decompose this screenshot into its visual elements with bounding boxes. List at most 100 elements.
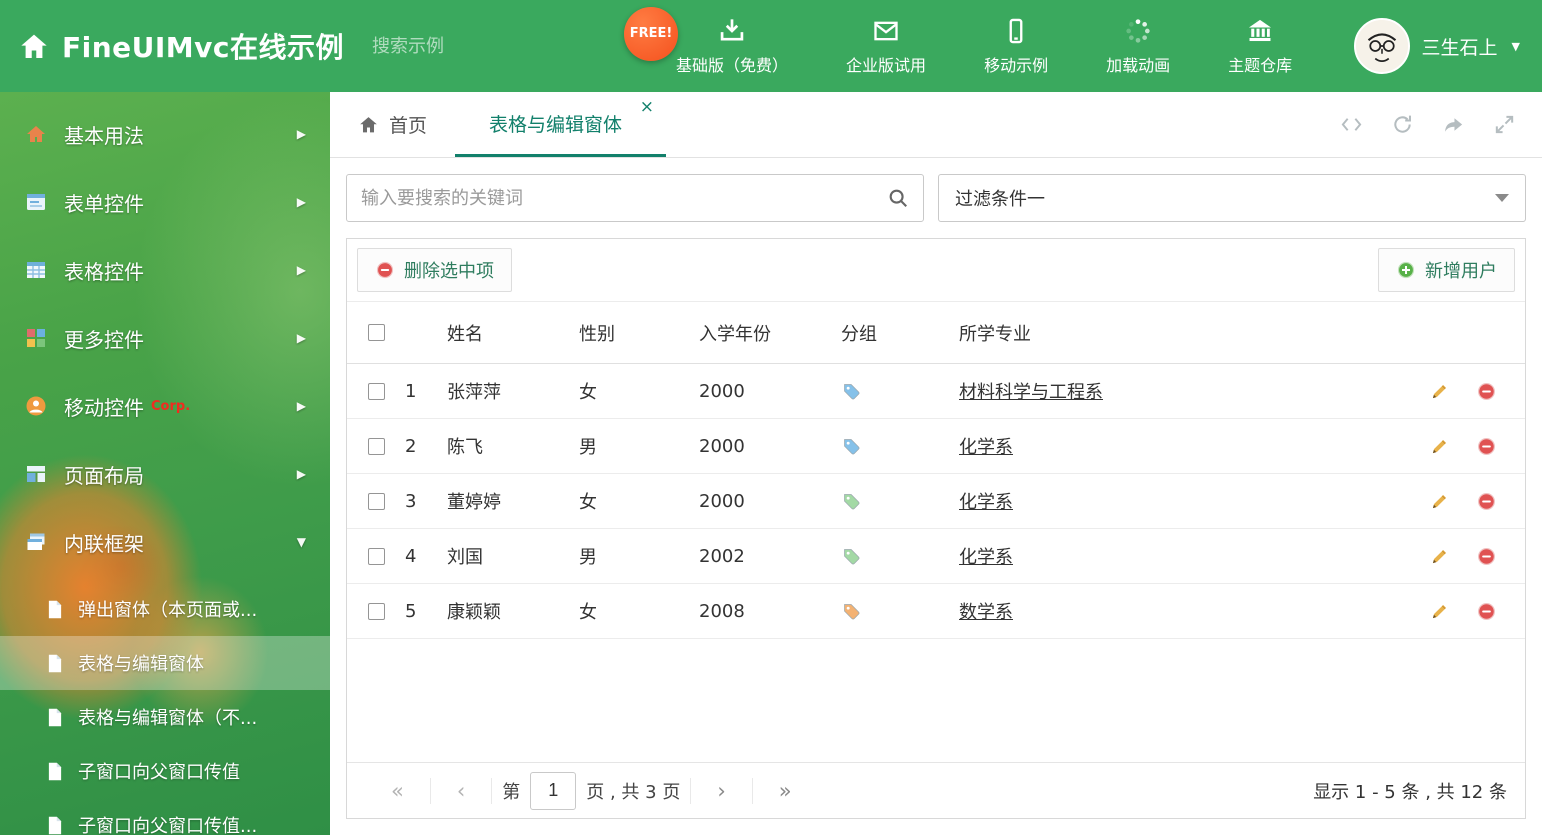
search-icon[interactable] [887,187,909,209]
edit-icon[interactable] [1429,546,1450,567]
edit-icon[interactable] [1429,491,1450,512]
sidebar-subitem[interactable]: 弹出窗体（本页面或... [0,582,330,636]
tag-icon[interactable] [841,436,862,457]
page-next-button[interactable]: › [691,779,751,803]
nav-item-label: 移动示例 [984,55,1049,75]
sidebar-item[interactable]: 更多控件 [0,304,330,372]
filter-dropdown[interactable]: 过滤条件一 [938,174,1526,222]
delete-selected-button[interactable]: 删除选中项 [357,248,512,292]
row-checkbox[interactable] [367,437,385,455]
keyword-input[interactable] [361,187,887,209]
table-row: 3 董婷婷 女 2000 化学系 [347,474,1525,529]
row-checkbox[interactable] [367,492,385,510]
tab-active[interactable]: 表格与编辑窗体 × [455,92,667,157]
sidebar-item-label: 更多控件 [64,327,144,352]
tag-icon[interactable] [841,491,862,512]
sidebar-subitem[interactable]: 子窗口向父窗口传值 [0,744,330,798]
header-nav-item[interactable]: 企业版试用 [846,17,926,76]
row-checkbox[interactable] [367,547,385,565]
row-checkbox[interactable] [367,602,385,620]
sidebar-item[interactable]: 表格控件 [0,236,330,304]
page-prefix-label: 第 [502,781,521,803]
tab-active-label: 表格与编辑窗体 [489,113,623,136]
delete-icon[interactable] [1476,546,1497,567]
cell-gender: 女 [579,492,597,513]
cell-index: 3 [405,490,417,512]
pagination-summary: 显示 1 - 5 条 , 共 12 条 [1313,781,1507,803]
tab-home[interactable]: 首页 [330,92,455,157]
major-link[interactable]: 化学系 [959,492,1013,513]
nav-item-label: 加载动画 [1106,55,1171,75]
row-checkbox[interactable] [367,382,385,400]
file-icon [46,599,64,620]
page-first-button[interactable]: « [365,779,430,803]
sidebar-subitem[interactable]: 表格与编辑窗体（不... [0,690,330,744]
user-menu[interactable]: 三生石上 ▼ [1353,18,1542,74]
keyword-search-box [346,174,924,222]
code-icon[interactable] [1340,113,1363,136]
chevron-right-icon [297,331,306,345]
header-search-input[interactable] [372,35,605,57]
tag-icon[interactable] [841,381,862,402]
edit-icon[interactable] [1429,381,1450,402]
sidebar-item[interactable]: 基本用法 [0,100,330,168]
file-icon [46,653,64,674]
tag-icon[interactable] [841,601,862,622]
cell-name: 康颖颖 [447,602,501,623]
cell-year: 2000 [699,380,745,402]
filter-dropdown-value: 过滤条件一 [955,189,1045,210]
sidebar-subitem[interactable]: 表格与编辑窗体 [0,636,330,690]
major-link[interactable]: 化学系 [959,437,1013,458]
page-last-button[interactable]: » [753,779,818,803]
sidebar-item-label: 移动控件 [64,395,144,420]
forward-icon[interactable] [1442,113,1465,136]
major-link[interactable]: 化学系 [959,547,1013,568]
edit-icon[interactable] [1429,436,1450,457]
sidebar-item[interactable]: 移动控件 Corp. [0,372,330,440]
form-icon [24,190,48,214]
delete-icon[interactable] [1476,491,1497,512]
main-area: 首页 表格与编辑窗体 × 输入要搜索的关键词 过滤条件一 删除选中项 新增用户 … [330,92,1542,835]
chevron-down-icon [297,535,306,549]
page-number-input[interactable] [530,771,577,810]
sidebar-item[interactable]: 表单控件 [0,168,330,236]
expand-icon[interactable] [1493,113,1516,136]
cell-gender: 女 [579,382,597,403]
delete-icon[interactable] [1476,436,1497,457]
sidebar-submenu: 弹出窗体（本页面或... 表格与编辑窗体 表格与编辑窗体（不... 子窗口向父窗… [0,582,330,835]
cell-name: 董婷婷 [447,492,501,513]
column-header-name: 姓名 [447,323,483,345]
major-link[interactable]: 数学系 [959,602,1013,623]
select-all-checkbox[interactable] [367,324,385,341]
page-prev-button[interactable]: ‹ [431,779,491,803]
delete-icon[interactable] [1476,381,1497,402]
cell-gender: 男 [579,547,597,568]
edit-icon[interactable] [1429,601,1450,622]
header-nav-item[interactable]: 主题仓库 [1228,17,1292,76]
header-nav-item[interactable]: 移动示例 [984,17,1048,76]
mobile-icon [1002,17,1030,45]
minus-circle-icon [376,261,394,279]
cell-index: 5 [405,600,417,622]
header-nav-item[interactable]: 加载动画 [1106,17,1170,76]
chevron-right-icon [297,195,306,209]
nav-item-label: 基础版（免费） [676,55,789,75]
delete-icon[interactable] [1476,601,1497,622]
mobile-corp-icon [24,394,48,418]
sidebar-item[interactable]: 页面布局 [0,440,330,508]
header-nav-item[interactable]: FREE! 基础版（免费） [624,6,789,76]
table-body: 1 张萍萍 女 2000 材料科学与工程系 2 陈飞 男 2000 化学系 3 … [347,364,1525,639]
cell-year: 2008 [699,600,745,622]
app-logo[interactable]: FineUIMvc在线示例 [0,26,344,66]
add-user-button[interactable]: 新增用户 [1378,248,1515,292]
tag-icon[interactable] [841,546,862,567]
tab-close-icon[interactable]: × [640,99,654,116]
sidebar-subitem[interactable]: 子窗口向父窗口传值... [0,798,330,835]
major-link[interactable]: 材料科学与工程系 [959,382,1103,403]
sidebar-item[interactable]: 内联框架 [0,508,330,576]
sidebar-subitem-label: 弹出窗体（本页面或... [78,600,258,621]
cell-name: 陈飞 [447,437,483,458]
column-header-year: 入学年份 [699,323,771,345]
refresh-icon[interactable] [1391,113,1414,136]
header-search [372,35,626,72]
